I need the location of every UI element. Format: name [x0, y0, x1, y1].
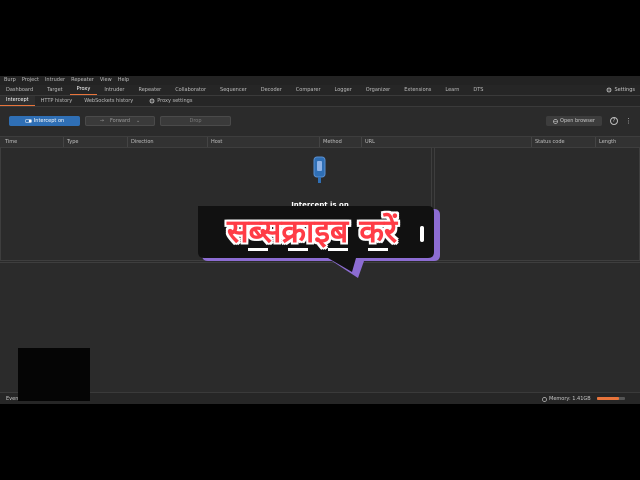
- proxy-settings-button[interactable]: Proxy settings: [139, 98, 192, 104]
- menu-repeater[interactable]: Repeater: [68, 76, 97, 85]
- memory-bar-fill: [597, 397, 620, 400]
- tab-dashboard[interactable]: Dashboard: [0, 85, 40, 95]
- subtab-websockets-history[interactable]: WebSockets history: [78, 96, 139, 106]
- subtab-intercept[interactable]: Intercept: [0, 96, 35, 106]
- tab-decoder[interactable]: Decoder: [254, 85, 289, 95]
- intercept-illustration-icon: [313, 156, 326, 183]
- memory-indicator: Memory: 1.41GB: [542, 393, 591, 404]
- tab-logger[interactable]: Logger: [328, 85, 359, 95]
- tab-extensions[interactable]: Extensions: [397, 85, 438, 95]
- menu-bar: Burp Project Intruder Repeater View Help: [0, 76, 640, 85]
- settings-button[interactable]: Settings: [606, 85, 635, 95]
- column-type[interactable]: Type: [63, 137, 78, 147]
- column-method[interactable]: Method: [319, 137, 342, 147]
- tab-sequencer[interactable]: Sequencer: [213, 85, 254, 95]
- subtab-http-history[interactable]: HTTP history: [35, 96, 79, 106]
- help-icon[interactable]: ?: [610, 117, 618, 125]
- more-options-icon[interactable]: ⋮: [625, 116, 632, 126]
- tab-comparer[interactable]: Comparer: [289, 85, 328, 95]
- tab-learn[interactable]: Learn: [438, 85, 466, 95]
- tab-proxy[interactable]: Proxy: [69, 85, 98, 95]
- tab-dts[interactable]: DTS: [466, 85, 490, 95]
- gear-icon: [607, 87, 612, 93]
- column-url[interactable]: URL: [361, 137, 375, 147]
- menu-intruder[interactable]: Intruder: [42, 76, 68, 85]
- subscribe-text: सब्सक्राइब करें: [226, 212, 398, 250]
- browser-icon: [553, 118, 558, 124]
- proxy-settings-label: Proxy settings: [157, 98, 193, 104]
- column-length[interactable]: Length: [595, 137, 616, 147]
- column-status-code[interactable]: Status code: [531, 137, 565, 147]
- webcam-overlay: [18, 348, 90, 401]
- menu-view[interactable]: View: [97, 76, 115, 85]
- menu-project[interactable]: Project: [19, 76, 42, 85]
- event-log-label[interactable]: Even: [6, 393, 18, 404]
- memory-icon: [542, 396, 547, 402]
- proxy-subtabs: Intercept HTTP history WebSockets histor…: [0, 96, 640, 107]
- column-direction[interactable]: Direction: [127, 137, 154, 147]
- subscribe-overlay: सब्सक्राइब करें: [196, 206, 444, 282]
- tab-organizer[interactable]: Organizer: [359, 85, 397, 95]
- tab-collaborator[interactable]: Collaborator: [168, 85, 213, 95]
- tab-target[interactable]: Target: [40, 85, 69, 95]
- intercept-label: Intercept on: [33, 118, 65, 124]
- menu-help[interactable]: Help: [115, 76, 132, 85]
- inspector-pane[interactable]: [434, 147, 640, 261]
- open-browser-label: Open browser: [560, 118, 595, 124]
- forward-icon: →: [99, 118, 104, 124]
- tab-intruder[interactable]: Intruder: [97, 85, 131, 95]
- main-tabs: Dashboard Target Proxy Intruder Repeater…: [0, 85, 640, 96]
- forward-label: Forward: [109, 118, 131, 124]
- drop-button[interactable]: Drop: [160, 116, 231, 126]
- drop-label: Drop: [189, 118, 202, 124]
- column-host[interactable]: Host: [207, 137, 222, 147]
- intercept-toggle-button[interactable]: Intercept on: [9, 116, 80, 126]
- status-bar: Even Memory: 1.41GB: [0, 392, 640, 404]
- menu-burp[interactable]: Burp: [0, 76, 19, 85]
- forward-button[interactable]: → Forward ⌄: [85, 116, 155, 126]
- tab-repeater[interactable]: Repeater: [131, 85, 168, 95]
- toggle-icon: [24, 119, 32, 123]
- gear-icon: [149, 98, 155, 104]
- memory-bar: [597, 397, 625, 400]
- column-time[interactable]: Time: [2, 137, 17, 147]
- settings-label: Settings: [614, 87, 635, 93]
- chevron-down-icon: ⌄: [136, 118, 141, 124]
- memory-label: Memory: 1.41GB: [549, 396, 591, 402]
- open-browser-button[interactable]: Open browser: [546, 116, 602, 126]
